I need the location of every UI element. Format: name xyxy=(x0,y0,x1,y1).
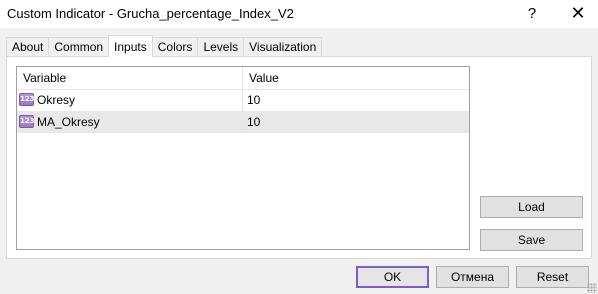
reset-button[interactable]: Reset xyxy=(516,266,589,288)
integer-type-icon: 123 xyxy=(19,93,35,106)
tab-colors[interactable]: Colors xyxy=(151,37,199,56)
table-row[interactable]: 123 MA_Okresy 10 xyxy=(17,111,469,133)
help-icon: ? xyxy=(527,4,537,22)
column-header-value[interactable]: Value xyxy=(243,67,469,89)
grid-header: Variable Value xyxy=(17,67,469,90)
help-button[interactable]: ? xyxy=(512,2,552,24)
tab-visualization[interactable]: Visualization xyxy=(243,37,323,56)
tab-about[interactable]: About xyxy=(6,37,50,56)
value-cell[interactable]: 10 xyxy=(247,89,260,111)
table-row[interactable]: 123 Okresy 10 xyxy=(17,89,469,111)
column-header-variable[interactable]: Variable xyxy=(17,67,243,89)
tab-inputs[interactable]: Inputs xyxy=(108,35,153,57)
resize-grip-icon[interactable] xyxy=(587,283,597,293)
ok-button[interactable]: OK xyxy=(356,266,429,288)
cancel-button[interactable]: Отмена xyxy=(436,266,509,288)
inputs-grid: Variable Value 123 Okresy 10 123 MA_Okre… xyxy=(16,66,470,250)
tab-common[interactable]: Common xyxy=(48,37,110,56)
tab-levels[interactable]: Levels xyxy=(197,37,245,56)
save-button[interactable]: Save xyxy=(480,229,583,251)
close-icon: ✕ xyxy=(570,2,586,23)
integer-type-icon: 123 xyxy=(19,115,35,128)
variable-cell: 123 Okresy xyxy=(17,89,243,111)
tab-strip: About Common Inputs Colors Levels Visual… xyxy=(6,35,323,57)
variable-cell: 123 MA_Okresy xyxy=(17,111,243,133)
variable-name: Okresy xyxy=(37,93,76,107)
close-button[interactable]: ✕ xyxy=(558,2,598,24)
value-cell[interactable]: 10 xyxy=(247,111,260,133)
load-button[interactable]: Load xyxy=(480,196,583,218)
window-title: Custom Indicator - Grucha_percentage_Ind… xyxy=(7,6,294,21)
title-bar: Custom Indicator - Grucha_percentage_Ind… xyxy=(0,0,598,28)
variable-name: MA_Okresy xyxy=(37,115,100,129)
